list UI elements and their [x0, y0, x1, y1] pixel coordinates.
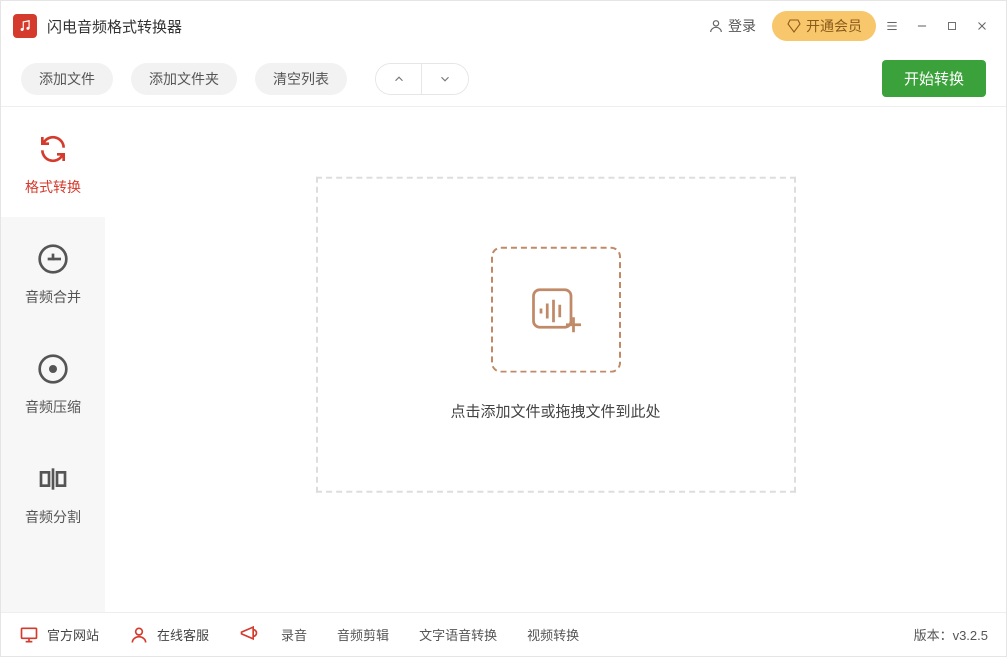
sidebar-item-label: 音频压缩 — [25, 397, 81, 417]
move-group — [375, 63, 469, 95]
clear-list-button[interactable]: 清空列表 — [255, 63, 347, 95]
minimize-button[interactable] — [908, 12, 936, 40]
split-icon — [31, 457, 75, 501]
vip-label: 开通会员 — [806, 16, 862, 36]
headset-icon — [129, 625, 149, 645]
diamond-icon — [786, 18, 802, 34]
dropzone[interactable]: 点击添加文件或拖拽文件到此处 — [316, 176, 796, 492]
user-icon — [708, 18, 724, 34]
dropzone-text: 点击添加文件或拖拽文件到此处 — [450, 401, 660, 422]
footer-link-record[interactable]: 录音 — [281, 625, 307, 644]
maximize-icon — [945, 19, 959, 33]
sidebar-item-audio-split[interactable]: 音频分割 — [1, 437, 105, 547]
sidebar-item-label: 格式转换 — [25, 177, 81, 197]
merge-icon — [31, 237, 75, 281]
add-file-button[interactable]: 添加文件 — [21, 63, 113, 95]
toolbar: 添加文件 添加文件夹 清空列表 开始转换 — [1, 51, 1006, 107]
monitor-icon — [19, 625, 39, 645]
login-button[interactable]: 登录 — [696, 16, 768, 36]
start-convert-button[interactable]: 开始转换 — [882, 60, 986, 97]
compress-icon — [31, 347, 75, 391]
add-folder-button[interactable]: 添加文件夹 — [131, 63, 237, 95]
app-logo — [13, 14, 37, 38]
footer-link-video-convert[interactable]: 视频转换 — [527, 625, 579, 644]
move-up-button[interactable] — [376, 64, 422, 94]
sidebar-item-label: 音频合并 — [25, 287, 81, 307]
footer-link-audio-edit[interactable]: 音频剪辑 — [337, 625, 389, 644]
footer-support[interactable]: 在线客服 — [129, 625, 209, 645]
footer-website-label: 官方网站 — [47, 625, 99, 644]
footer-link-tts[interactable]: 文字语音转换 — [419, 625, 497, 644]
sidebar-item-audio-compress[interactable]: 音频压缩 — [1, 327, 105, 437]
app-title: 闪电音频格式转换器 — [47, 16, 182, 37]
chevron-down-icon — [438, 72, 452, 86]
sidebar-item-audio-merge[interactable]: 音频合并 — [1, 217, 105, 327]
refresh-icon — [31, 127, 75, 171]
sidebar-item-format-convert[interactable]: 格式转换 — [1, 107, 105, 217]
minimize-icon — [915, 19, 929, 33]
maximize-button[interactable] — [938, 12, 966, 40]
titlebar: 闪电音频格式转换器 登录 开通会员 — [1, 1, 1006, 51]
version-label: 版本：v3.2.5 — [914, 625, 988, 644]
close-icon — [975, 19, 989, 33]
footer-website[interactable]: 官方网站 — [19, 625, 99, 645]
sidebar: 格式转换 音频合并 音频压缩 音频分割 — [1, 107, 105, 612]
move-down-button[interactable] — [422, 64, 468, 94]
chevron-up-icon — [392, 72, 406, 86]
login-label: 登录 — [728, 16, 756, 36]
footer-support-label: 在线客服 — [157, 625, 209, 644]
footer: 官方网站 在线客服 录音 音频剪辑 文字语音转换 视频转换 版本：v3.2.5 — [1, 612, 1006, 656]
vip-button[interactable]: 开通会员 — [772, 11, 876, 41]
sidebar-item-label: 音频分割 — [25, 507, 81, 527]
menu-icon — [885, 19, 899, 33]
main-area: 点击添加文件或拖拽文件到此处 — [105, 107, 1006, 612]
megaphone-icon — [239, 623, 259, 646]
dropzone-core-icon — [491, 247, 621, 373]
menu-button[interactable] — [878, 12, 906, 40]
close-button[interactable] — [968, 12, 996, 40]
